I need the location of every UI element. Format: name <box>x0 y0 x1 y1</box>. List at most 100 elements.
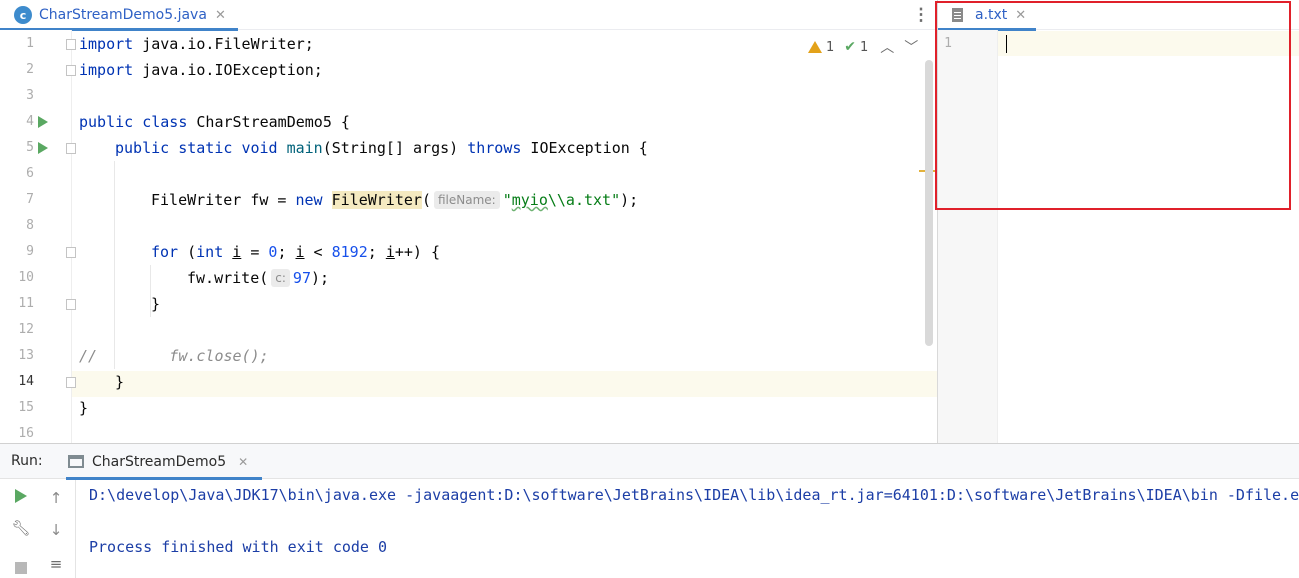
line-number: 11 <box>18 296 34 311</box>
line-number: 7 <box>26 192 34 207</box>
line-number: 1 <box>26 36 34 51</box>
close-icon[interactable]: ✕ <box>215 8 226 23</box>
keyword: throws <box>467 139 522 157</box>
code-text: java.io.IOException; <box>133 61 323 79</box>
line-number: 1 <box>944 36 952 51</box>
editor-tab-bar: c CharStreamDemo5.java ✕ ⋮ <box>0 0 937 31</box>
number-literal: 97 <box>292 269 311 287</box>
chevron-down-icon[interactable]: ﹀ <box>904 37 918 57</box>
code-line: } <box>115 373 125 391</box>
close-icon[interactable]: ✕ <box>238 455 248 469</box>
tab-label: CharStreamDemo5.java <box>39 7 207 23</box>
indent-guide <box>114 161 115 369</box>
soft-wrap-button[interactable]: ≡ <box>46 554 66 574</box>
line-number: 14 <box>18 374 34 389</box>
tab-label: a.txt <box>975 7 1008 23</box>
current-line-highlight <box>998 31 1299 56</box>
code-text: IOException { <box>521 139 648 157</box>
more-options-icon[interactable]: ⋮ <box>912 4 930 26</box>
wrench-icon: 🔧︎ <box>11 519 31 537</box>
keyword: new <box>295 191 323 209</box>
number-literal: 8192 <box>331 243 368 261</box>
string-literal: \\a.txt" <box>547 191 621 209</box>
arrow-up-icon: ↑ <box>49 489 63 507</box>
vertical-scrollbar[interactable] <box>925 60 933 346</box>
line-number: 4 <box>26 114 34 129</box>
code-text: ); <box>310 269 330 287</box>
close-icon[interactable]: ✕ <box>1015 8 1026 23</box>
run-header: Run: CharStreamDemo5 ✕ <box>0 444 1299 480</box>
code-text: FileWriter fw = <box>151 191 296 209</box>
keyword: for <box>151 243 179 261</box>
tab-charstreamdemo5-java[interactable]: c CharStreamDemo5.java ✕ <box>0 0 238 31</box>
scroll-up-button[interactable]: ↑ <box>46 488 66 508</box>
play-icon <box>15 489 27 503</box>
keyword: public <box>79 113 134 131</box>
line-number: 2 <box>26 62 34 77</box>
code-text: < <box>304 243 332 261</box>
console-output[interactable]: D:\develop\Java\JDK17\bin\java.exe -java… <box>89 480 1299 578</box>
keyword: import <box>79 61 134 79</box>
line-number-gutter[interactable]: 1 2 3 4 5 6 7 8 9 10 11 12 13 14 15 16 <box>0 30 76 443</box>
code-text: ); <box>620 191 639 209</box>
code-text: fw.write( <box>187 269 269 287</box>
line-number: 9 <box>26 244 34 259</box>
text-editor[interactable]: a.txt ✕ 1 <box>937 0 1299 443</box>
code-line: } <box>79 399 89 417</box>
text-caret <box>1006 35 1007 53</box>
editor-tab-bar: a.txt ✕ <box>938 0 1299 31</box>
code-text: ; <box>367 243 386 261</box>
run-toolbar: ↑ 🔧︎ ↓ ≡ <box>0 480 76 578</box>
run-tab-charstreamdemo5[interactable]: CharStreamDemo5 ✕ <box>66 444 262 480</box>
tab-a-txt[interactable]: a.txt ✕ <box>938 0 1036 31</box>
keyword: import <box>79 35 134 53</box>
rerun-button[interactable] <box>11 486 31 506</box>
java-class-icon: c <box>14 6 32 24</box>
code-area[interactable]: import java.io.FileWriter; import java.i… <box>72 30 923 443</box>
run-class-icon[interactable] <box>38 116 48 128</box>
line-number: 6 <box>26 166 34 181</box>
inspection-widget[interactable]: 1 ✔ 1 ︿ ﹀ <box>808 36 918 58</box>
code-text: = <box>241 243 269 261</box>
run-label: Run: <box>11 453 43 469</box>
run-tab-label: CharStreamDemo5 <box>92 453 227 470</box>
stop-button[interactable] <box>11 558 31 578</box>
console-icon <box>68 455 84 468</box>
code-text: ++) { <box>394 243 440 261</box>
line-number: 3 <box>26 88 34 103</box>
console-line: D:\develop\Java\JDK17\bin\java.exe -java… <box>89 486 1299 504</box>
string-literal: myio <box>511 191 548 209</box>
keyword: int <box>196 243 224 261</box>
highlighted-class: FileWriter <box>331 191 422 209</box>
chevron-up-icon[interactable]: ︿ <box>880 37 894 57</box>
code-text: ( <box>178 243 197 261</box>
settings-button[interactable]: 🔧︎ <box>11 518 31 538</box>
line-number-gutter[interactable] <box>938 30 998 443</box>
stop-icon <box>15 562 27 574</box>
code-line: import java.io.FileWriter; <box>79 31 314 57</box>
variable: i <box>385 243 395 261</box>
keyword: static <box>178 139 233 157</box>
code-text: ( <box>421 191 431 209</box>
code-text: ; <box>277 243 296 261</box>
line-number: 5 <box>26 140 34 155</box>
run-tool-window[interactable]: Run: CharStreamDemo5 ✕ ↑ 🔧︎ ↓ ≡ D:\devel… <box>0 443 1299 578</box>
line-number: 8 <box>26 218 34 233</box>
code-line: public static void main(String[] args) t… <box>115 135 648 161</box>
wrap-icon: ≡ <box>49 555 63 573</box>
scroll-down-button[interactable]: ↓ <box>46 520 66 540</box>
parameter-hint: fileName: <box>433 191 500 209</box>
warning-count: 1 <box>826 39 835 55</box>
method-name: main <box>277 139 323 157</box>
java-editor[interactable]: c CharStreamDemo5.java ✕ ⋮ 1 2 3 4 5 6 7… <box>0 0 937 443</box>
run-main-icon[interactable] <box>38 142 48 154</box>
arrow-down-icon: ↓ <box>49 521 63 539</box>
parameter-hint: c: <box>271 269 290 287</box>
code-line: fw.write(c: 97); <box>187 265 329 291</box>
warning-icon <box>808 41 822 53</box>
comment-line: // fw.close(); <box>79 347 269 365</box>
keyword: class <box>142 113 188 131</box>
string-literal: " <box>502 191 512 209</box>
keyword: public <box>115 139 170 157</box>
